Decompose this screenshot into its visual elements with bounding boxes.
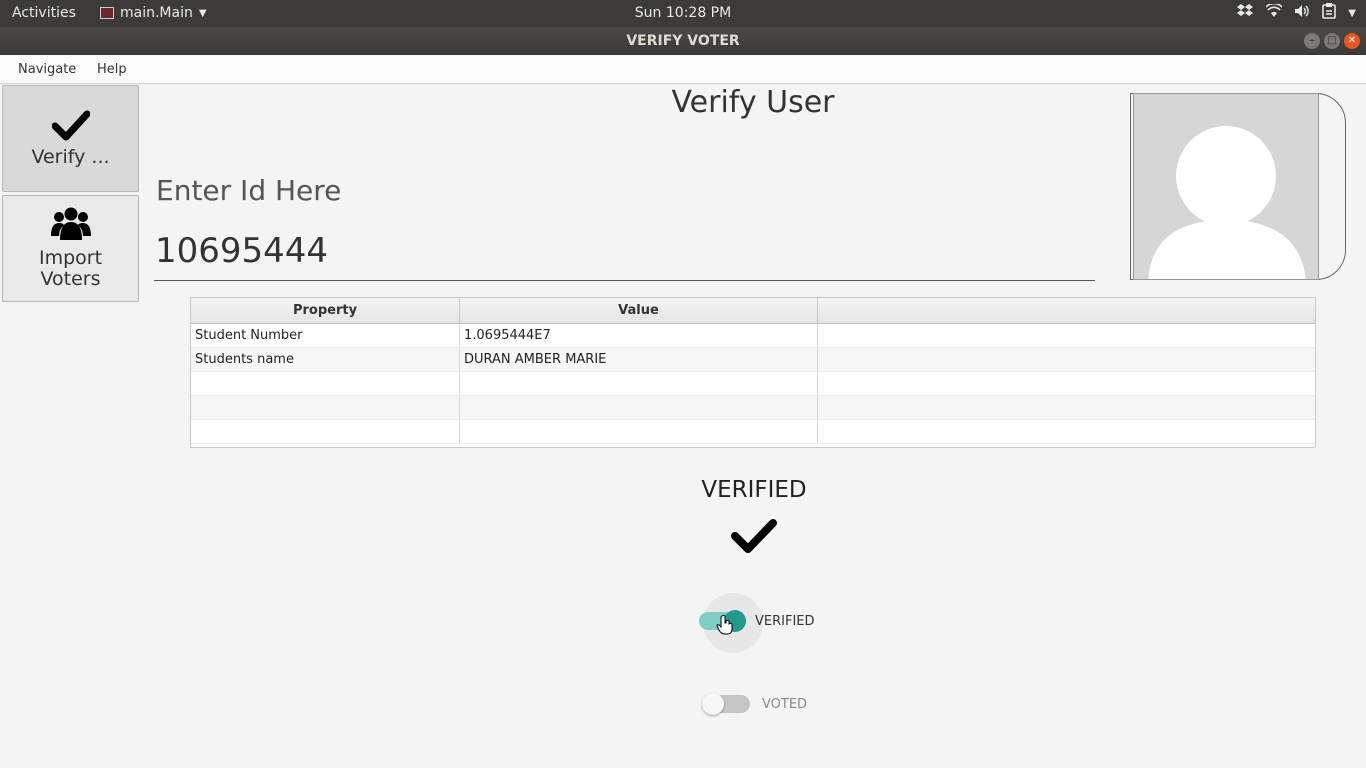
window-controls: – □ ✕ <box>1304 33 1360 49</box>
voted-toggle[interactable]: VOTED <box>702 693 808 715</box>
id-field-label: Enter Id Here <box>156 174 342 207</box>
table-cell <box>191 396 460 419</box>
table-header: Property Value <box>191 298 1315 324</box>
table-row[interactable] <box>191 420 1315 444</box>
java-app-icon <box>100 7 114 19</box>
voter-properties-table[interactable]: Property Value Student Number 1.0695444E… <box>190 297 1316 448</box>
table-cell <box>191 372 460 395</box>
activities-button[interactable]: Activities <box>12 5 76 21</box>
minimize-button[interactable]: – <box>1304 33 1320 49</box>
app-menu-label: main.Main <box>120 5 193 21</box>
window-title: VERIFY VOTER <box>626 33 740 49</box>
table-cell <box>818 348 1315 371</box>
table-cell <box>818 420 1315 443</box>
caret-down-icon: ▼ <box>198 7 207 19</box>
verify-nav-button[interactable]: Verify ... <box>2 85 139 192</box>
import-voters-nav-label: Import Voters <box>38 247 103 290</box>
dropbox-icon[interactable] <box>1236 3 1254 23</box>
menu-help[interactable]: Help <box>97 62 127 77</box>
table-cell <box>818 396 1315 419</box>
wifi-icon[interactable] <box>1265 2 1283 22</box>
caret-down-icon[interactable]: ▼ <box>1348 8 1356 19</box>
maximize-button[interactable]: □ <box>1324 33 1340 49</box>
table-row[interactable]: Student Number 1.0695444E7 <box>191 324 1315 348</box>
student-id-input[interactable] <box>154 222 1095 281</box>
volume-icon[interactable] <box>1294 4 1310 22</box>
table-row[interactable]: Students name DURAN AMBER MARIE <box>191 348 1315 372</box>
table-cell <box>460 372 818 395</box>
verified-check-icon <box>731 519 777 553</box>
column-header-value[interactable]: Value <box>460 298 818 323</box>
check-icon <box>51 110 90 141</box>
table-cell: Students name <box>191 348 460 371</box>
users-icon <box>50 207 91 240</box>
verified-toggle-label: VERIFIED <box>755 613 815 629</box>
user-silhouette-icon <box>1134 94 1318 279</box>
voted-toggle-knob[interactable] <box>702 693 724 715</box>
verification-status-title: VERIFIED <box>701 477 807 503</box>
system-tray[interactable]: ▼ <box>1236 2 1356 23</box>
table-row[interactable] <box>191 396 1315 420</box>
table-cell: Student Number <box>191 324 460 347</box>
table-cell <box>460 420 818 443</box>
voted-toggle-track[interactable] <box>702 693 750 715</box>
table-cell <box>818 372 1315 395</box>
menu-bar: Navigate Help <box>0 55 1366 84</box>
column-header-filler <box>818 298 1315 323</box>
table-cell <box>460 396 818 419</box>
clipboard-icon[interactable] <box>1322 3 1337 23</box>
system-top-bar: Activities main.Main ▼ Sun 10:28 PM ▼ <box>0 0 1366 27</box>
table-row[interactable] <box>191 372 1315 396</box>
table-cell: DURAN AMBER MARIE <box>460 348 818 371</box>
menu-navigate[interactable]: Navigate <box>18 62 76 77</box>
window-title-bar[interactable]: VERIFY VOTER – □ ✕ <box>0 27 1366 55</box>
close-button[interactable]: ✕ <box>1344 33 1360 49</box>
import-voters-nav-button[interactable]: Import Voters <box>2 195 139 302</box>
table-cell: 1.0695444E7 <box>460 324 818 347</box>
avatar <box>1133 93 1319 280</box>
app-menu[interactable]: main.Main ▼ <box>100 5 207 21</box>
column-header-property[interactable]: Property <box>191 298 460 323</box>
table-cell <box>818 324 1315 347</box>
table-cell <box>191 420 460 443</box>
voted-toggle-label: VOTED <box>762 696 808 712</box>
verify-nav-label: Verify ... <box>31 146 110 168</box>
hand-cursor-icon <box>716 615 733 635</box>
